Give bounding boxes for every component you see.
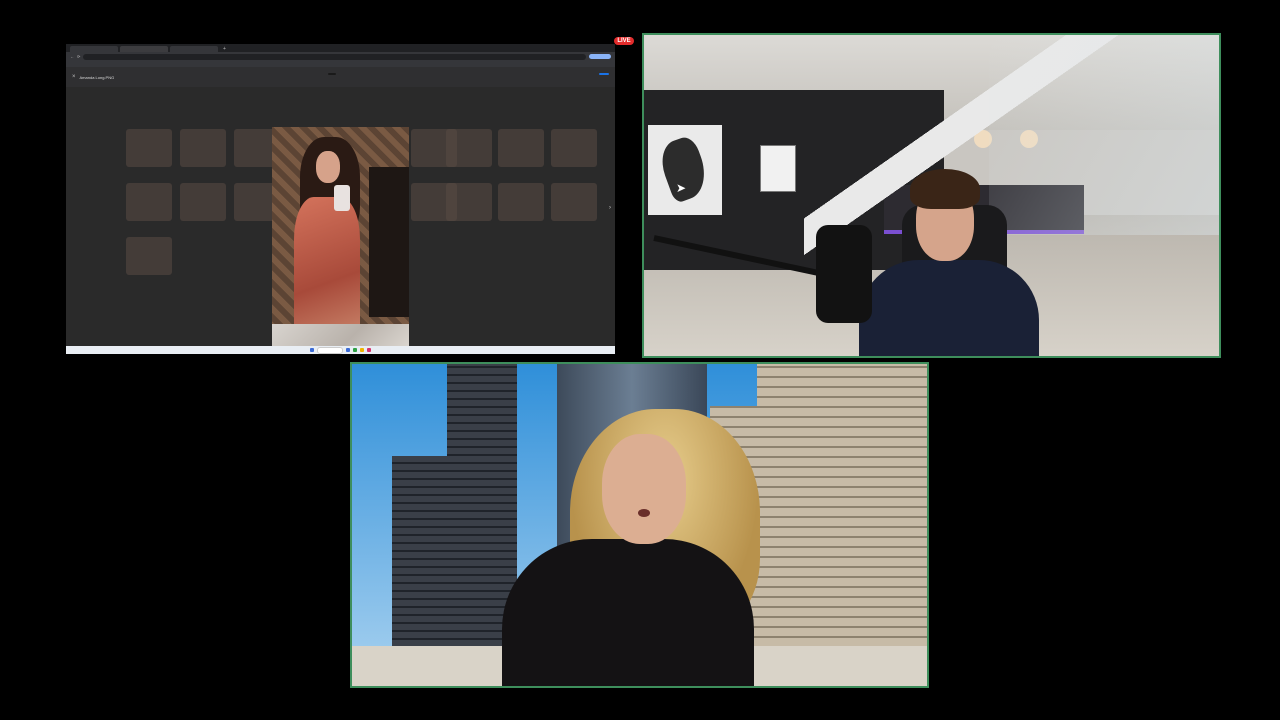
participant-video-1[interactable]: ➤ xyxy=(642,33,1221,358)
address-bar[interactable] xyxy=(83,53,586,60)
file-thumbnail[interactable] xyxy=(498,129,544,167)
start-icon[interactable] xyxy=(310,348,314,352)
file-thumbnail[interactable] xyxy=(126,237,172,275)
app-icon[interactable] xyxy=(346,348,350,352)
file-thumbnail[interactable] xyxy=(180,129,226,167)
file-thumbnail[interactable] xyxy=(498,183,544,221)
app-icon[interactable] xyxy=(353,348,357,352)
file-grid: › xyxy=(66,87,615,354)
browser-tab-strip: + xyxy=(66,44,615,52)
address-action-button[interactable] xyxy=(589,54,611,59)
back-icon[interactable]: ← xyxy=(70,54,74,59)
screen-share-tile[interactable]: + ← ⟳ × Amanda Long.PNG › xyxy=(66,44,615,354)
file-thumbnail[interactable] xyxy=(446,183,492,221)
arrow-cursor-icon: ➤ xyxy=(676,181,687,195)
image-viewer-toolbar: × Amanda Long.PNG xyxy=(66,67,615,87)
file-thumbnail[interactable] xyxy=(446,129,492,167)
next-image-icon[interactable]: › xyxy=(609,205,611,211)
viewer-file-name: Amanda Long.PNG xyxy=(79,74,115,80)
address-bar-row: ← ⟳ xyxy=(66,52,615,61)
close-icon[interactable]: × xyxy=(72,74,76,80)
whiteboard xyxy=(760,145,796,192)
open-with-button[interactable] xyxy=(328,73,336,75)
file-thumbnail[interactable] xyxy=(551,129,597,167)
reload-icon[interactable]: ⟳ xyxy=(77,54,80,59)
app-icon[interactable] xyxy=(367,348,371,352)
taskbar-search-input[interactable] xyxy=(317,346,343,354)
file-thumbnail[interactable] xyxy=(126,183,172,221)
microphone xyxy=(816,225,872,323)
wall-painting xyxy=(648,125,722,215)
file-thumbnail[interactable] xyxy=(126,129,172,167)
participant-video-2[interactable] xyxy=(350,362,929,688)
file-thumbnail[interactable] xyxy=(551,183,597,221)
live-badge: LIVE xyxy=(614,37,634,45)
os-taskbar xyxy=(66,346,615,354)
file-thumbnail[interactable] xyxy=(180,183,226,221)
app-icon[interactable] xyxy=(360,348,364,352)
previewed-photo xyxy=(272,127,409,354)
share-button[interactable] xyxy=(599,73,609,75)
